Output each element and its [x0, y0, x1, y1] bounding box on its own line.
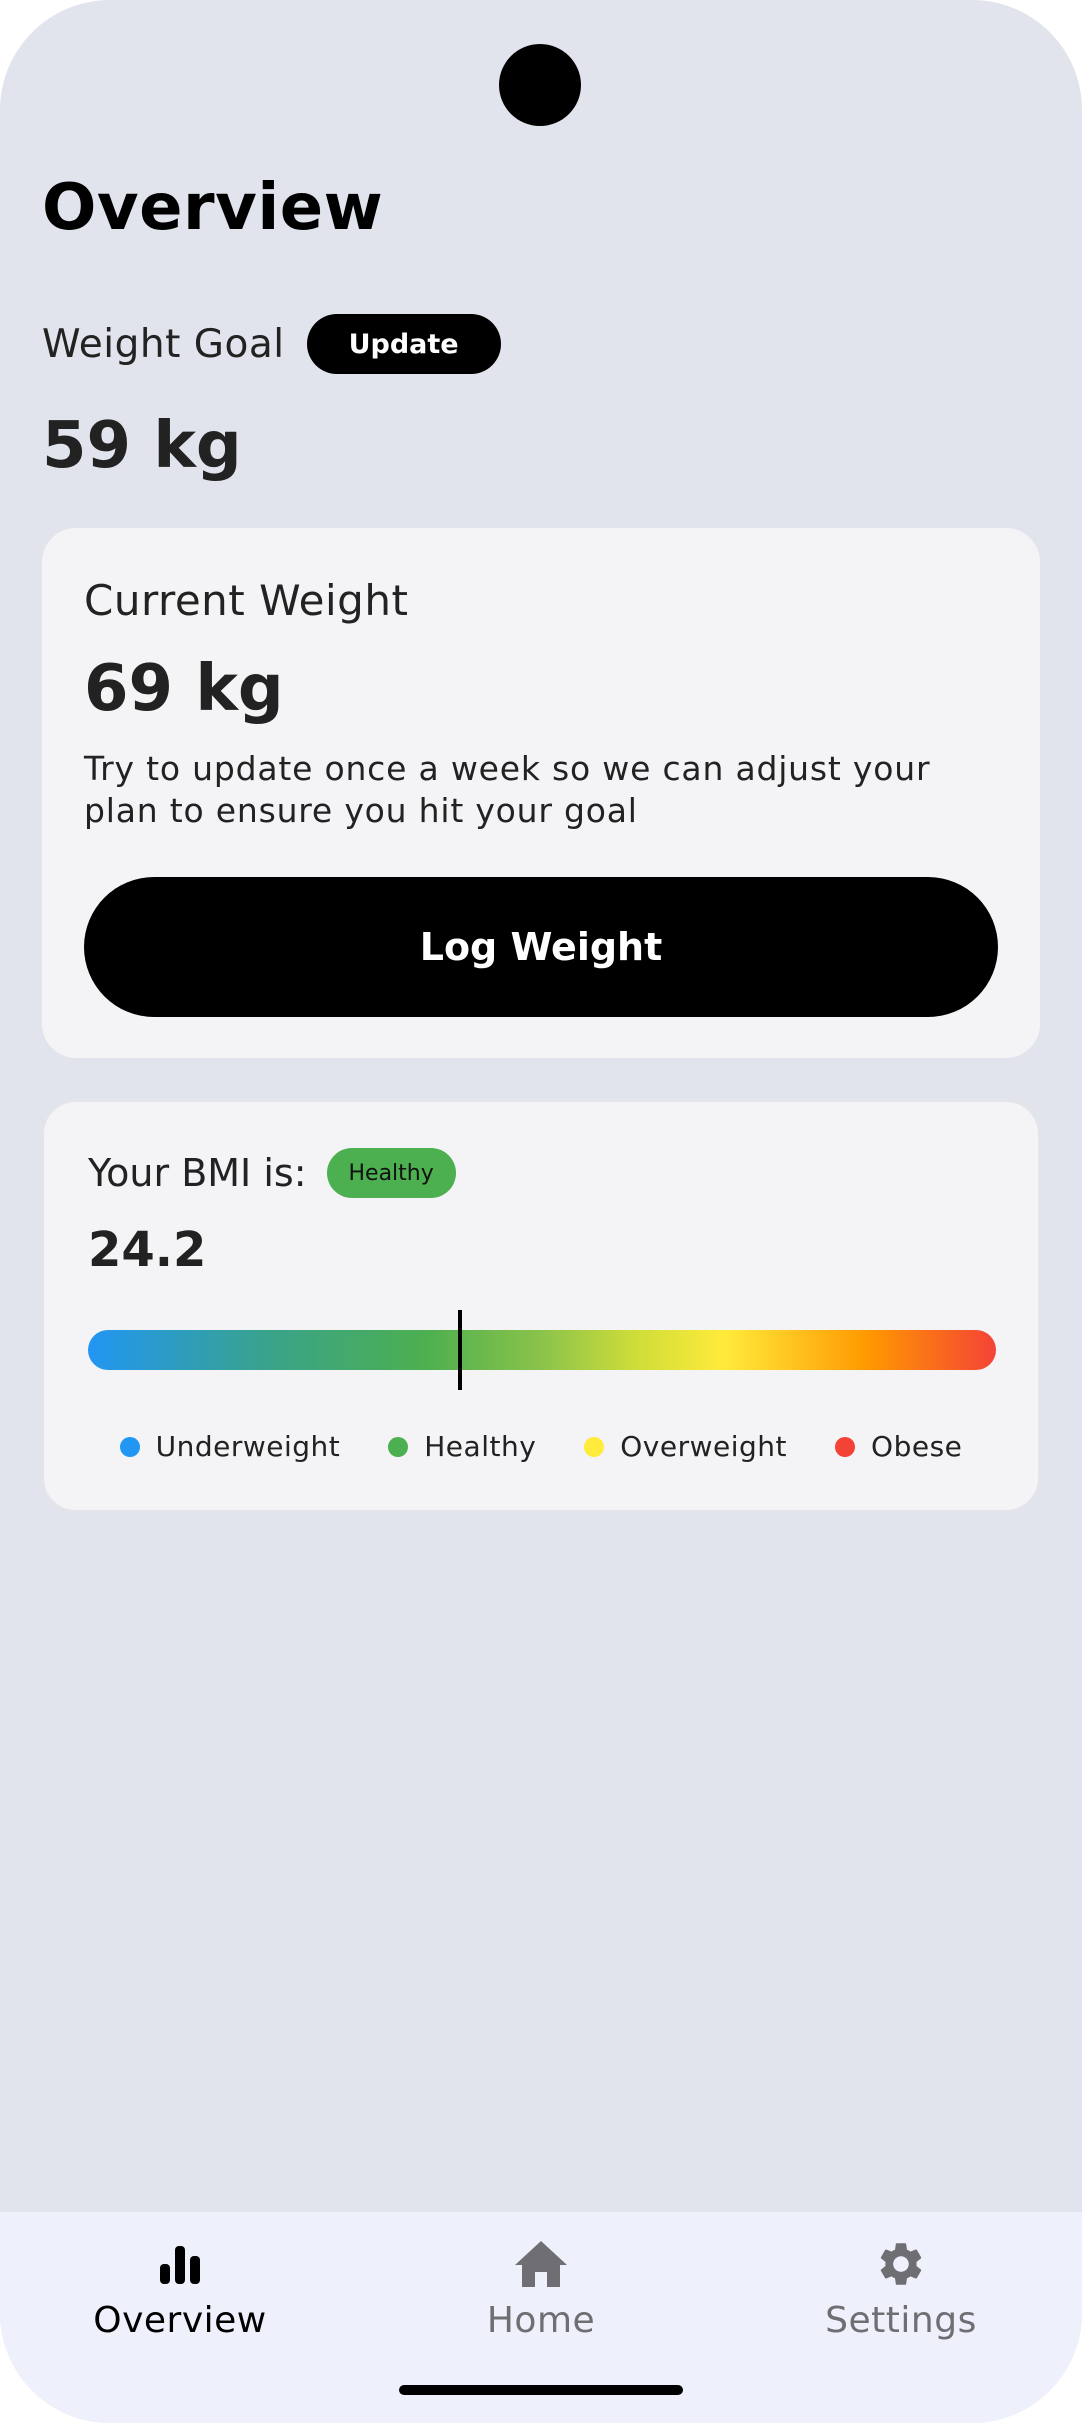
nav-label-home: Home — [486, 2300, 596, 2341]
home-indicator[interactable] — [399, 2385, 683, 2395]
update-goal-button[interactable]: Update — [306, 314, 501, 374]
bmi-value: 24.2 — [88, 1222, 207, 1278]
bmi-marker — [458, 1310, 463, 1390]
healthy-dot-icon — [388, 1436, 409, 1457]
bmi-header: Your BMI is: Healthy — [88, 1146, 456, 1200]
legend-label: Underweight — [155, 1430, 341, 1463]
overweight-dot-icon — [584, 1436, 605, 1457]
nav-label-settings: Settings — [825, 2300, 977, 2341]
bmi-card: Your BMI is: Healthy 24.2 Underweight He… — [42, 1100, 1040, 1512]
nav-item-overview[interactable]: Overview — [30, 2234, 330, 2341]
weight-goal-value: 59 kg — [42, 409, 242, 483]
weight-goal-row: Weight Goal Update — [42, 314, 501, 374]
legend-label: Obese — [871, 1430, 963, 1463]
gear-icon — [871, 2234, 931, 2294]
bar-chart-icon — [150, 2234, 210, 2294]
bmi-label: Your BMI is: — [88, 1151, 307, 1195]
legend-label: Healthy — [424, 1430, 537, 1463]
current-weight-label: Current Weight — [84, 576, 409, 625]
log-weight-button[interactable]: Log Weight — [84, 877, 998, 1017]
legend-label: Overweight — [620, 1430, 788, 1463]
camera-cutout — [499, 44, 581, 126]
legend-item-healthy: Healthy — [388, 1430, 536, 1463]
current-weight-card: Current Weight 69 kg Try to update once … — [42, 528, 1040, 1058]
obese-dot-icon — [835, 1436, 856, 1457]
current-weight-hint: Try to update once a week so we can adju… — [84, 749, 931, 830]
underweight-dot-icon — [119, 1436, 140, 1457]
nav-item-home[interactable]: Home — [391, 2234, 691, 2341]
nav-label-overview: Overview — [93, 2300, 267, 2341]
home-icon — [511, 2234, 571, 2294]
nav-item-settings[interactable]: Settings — [751, 2234, 1051, 2341]
legend-item-underweight: Underweight — [119, 1430, 341, 1463]
legend-item-obese: Obese — [835, 1430, 962, 1463]
bmi-status-badge: Healthy — [326, 1148, 456, 1198]
bmi-legend: Underweight Healthy Overweight Obese — [44, 1430, 1038, 1463]
legend-item-overweight: Overweight — [584, 1430, 787, 1463]
phone-screen: Overview Weight Goal Update 59 kg Curren… — [0, 0, 1082, 2423]
page-title: Overview — [42, 171, 384, 245]
bmi-gradient-bar — [88, 1330, 996, 1370]
current-weight-value: 69 kg — [84, 652, 284, 726]
weight-goal-label: Weight Goal — [42, 321, 285, 367]
